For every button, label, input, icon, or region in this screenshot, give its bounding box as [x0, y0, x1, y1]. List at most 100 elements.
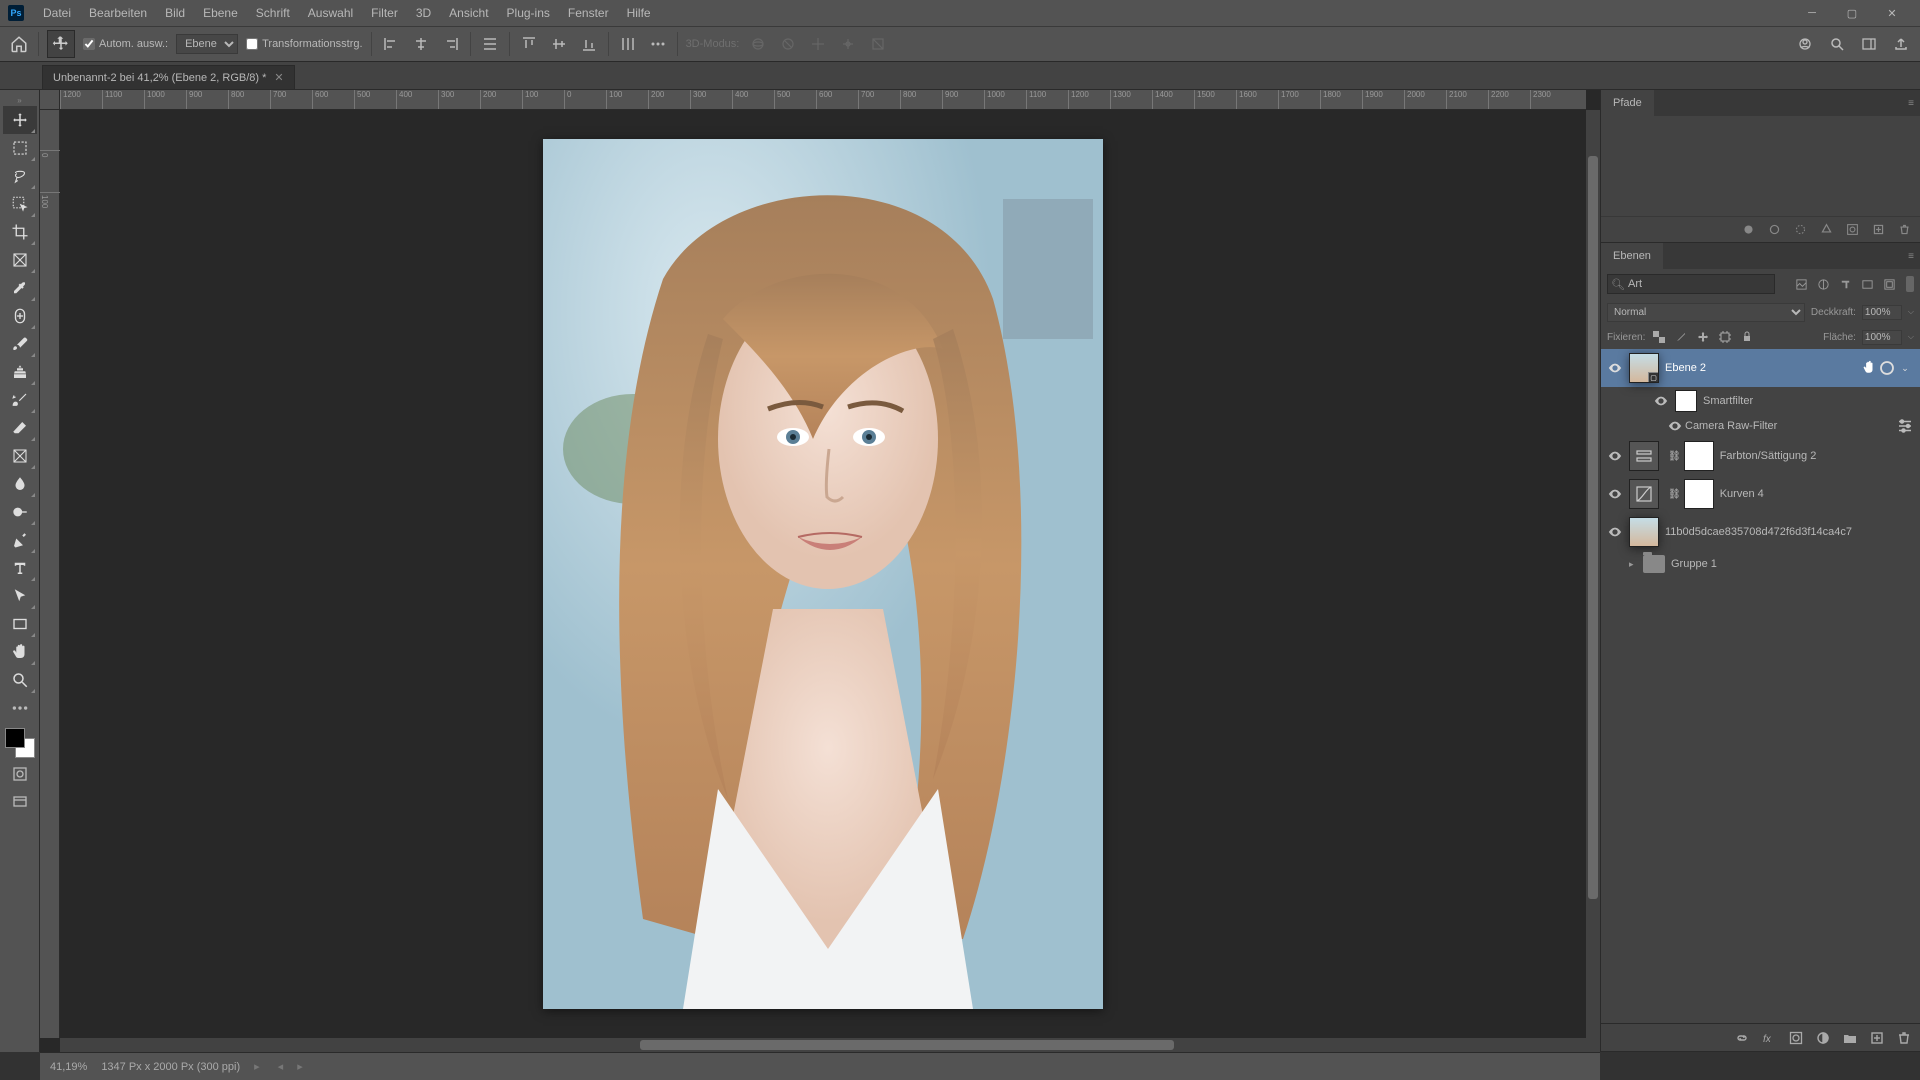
status-nav-next-icon[interactable]: ▸: [297, 1060, 303, 1073]
menu-help[interactable]: Hilfe: [618, 0, 660, 26]
align-top-icon[interactable]: [518, 33, 540, 55]
add-mask-icon[interactable]: [1844, 222, 1860, 238]
pen-tool[interactable]: [3, 526, 37, 554]
more-options-icon[interactable]: [647, 33, 669, 55]
filter-type-icon[interactable]: [1836, 275, 1854, 293]
scrollbar-vertical[interactable]: [1586, 110, 1600, 1038]
fill-input[interactable]: [1862, 330, 1902, 345]
group-expand-icon[interactable]: ▸: [1629, 559, 1643, 570]
mask-link-icon[interactable]: ⛓︎: [1668, 489, 1681, 500]
foreground-color[interactable]: [5, 728, 25, 748]
layer-name[interactable]: Ebene 2: [1665, 362, 1862, 374]
align-left-icon[interactable]: [380, 33, 402, 55]
cloud-docs-icon[interactable]: [1794, 33, 1816, 55]
layers-list[interactable]: ▢ Ebene 2 ⌄ Smartfilter: [1601, 349, 1920, 1023]
panel-menu-icon[interactable]: ≡: [1902, 251, 1920, 262]
layer-row[interactable]: 11b0d5dcae835708d472f6d3f14ca4c7: [1601, 513, 1920, 551]
lock-transparency-icon[interactable]: [1651, 329, 1667, 345]
search-icon[interactable]: [1826, 33, 1848, 55]
align-bottom-icon[interactable]: [578, 33, 600, 55]
status-nav-prev-icon[interactable]: ◂: [278, 1060, 284, 1073]
transform-check[interactable]: [246, 38, 258, 50]
transform-controls-checkbox[interactable]: Transformationsstrg.: [246, 38, 362, 50]
new-group-icon[interactable]: [1841, 1029, 1858, 1046]
panel-menu-icon[interactable]: ≡: [1902, 98, 1920, 109]
status-info-arrow-icon[interactable]: ▸: [254, 1060, 260, 1073]
screenmode-icon[interactable]: [3, 790, 37, 814]
hand-tool[interactable]: [3, 638, 37, 666]
dodge-tool[interactable]: [3, 498, 37, 526]
active-tool-icon[interactable]: [47, 30, 75, 58]
type-tool[interactable]: [3, 554, 37, 582]
layers-tab[interactable]: Ebenen: [1601, 243, 1663, 269]
visibility-toggle[interactable]: [1601, 487, 1629, 501]
scrollbar-thumb[interactable]: [640, 1040, 1174, 1050]
menu-plugins[interactable]: Plug-ins: [498, 0, 559, 26]
eraser-tool[interactable]: [3, 414, 37, 442]
layer-row[interactable]: ⛓︎ Kurven 4: [1601, 475, 1920, 513]
layer-name[interactable]: Farbton/Sättigung 2: [1720, 450, 1914, 462]
edit-toolbar-icon[interactable]: [3, 694, 37, 722]
lasso-tool[interactable]: [3, 162, 37, 190]
visibility-toggle[interactable]: [1601, 361, 1629, 375]
menu-image[interactable]: Bild: [156, 0, 194, 26]
crop-tool[interactable]: [3, 218, 37, 246]
delete-layer-icon[interactable]: [1895, 1029, 1912, 1046]
menu-view[interactable]: Ansicht: [440, 0, 497, 26]
color-swatch[interactable]: [5, 728, 35, 758]
menu-type[interactable]: Schrift: [247, 0, 299, 26]
blend-mode-dropdown[interactable]: Normal: [1607, 303, 1805, 322]
lock-pixels-icon[interactable]: [1673, 329, 1689, 345]
filter-adjustment-icon[interactable]: [1814, 275, 1832, 293]
window-minimize[interactable]: ─: [1792, 0, 1832, 26]
filter-toggle[interactable]: [1906, 276, 1914, 292]
layer-name[interactable]: Kurven 4: [1720, 488, 1914, 500]
layer-style-icon[interactable]: fx: [1760, 1029, 1777, 1046]
layer-name[interactable]: Gruppe 1: [1671, 558, 1914, 570]
menu-filter[interactable]: Filter: [362, 0, 407, 26]
menu-3d[interactable]: 3D: [407, 0, 440, 26]
make-work-path-icon[interactable]: [1818, 222, 1834, 238]
dropdown-arrow-icon[interactable]: ⌵: [1908, 307, 1914, 317]
smartfilter-row[interactable]: Smartfilter: [1601, 387, 1920, 415]
healing-brush-tool[interactable]: [3, 302, 37, 330]
frame-tool[interactable]: [3, 246, 37, 274]
menu-edit[interactable]: Bearbeiten: [80, 0, 156, 26]
scrollbar-horizontal[interactable]: [60, 1038, 1586, 1052]
menu-window[interactable]: Fenster: [559, 0, 618, 26]
path-to-selection-icon[interactable]: [1792, 222, 1808, 238]
align-right-icon[interactable]: [440, 33, 462, 55]
clone-stamp-tool[interactable]: [3, 358, 37, 386]
auto-select-checkbox[interactable]: Autom. ausw.:: [83, 38, 168, 50]
workspace-icon[interactable]: [1858, 33, 1880, 55]
filter-name[interactable]: Camera Raw-Filter: [1685, 420, 1896, 432]
history-brush-tool[interactable]: [3, 386, 37, 414]
menu-select[interactable]: Auswahl: [299, 0, 362, 26]
adjustment-thumbnail[interactable]: [1629, 441, 1659, 471]
gradient-tool[interactable]: [3, 442, 37, 470]
distribute-v-icon[interactable]: [617, 33, 639, 55]
rectangle-tool[interactable]: [3, 610, 37, 638]
path-selection-tool[interactable]: [3, 582, 37, 610]
auto-select-check[interactable]: [83, 38, 95, 50]
filter-shape-icon[interactable]: [1858, 275, 1876, 293]
adjustment-thumbnail[interactable]: [1629, 479, 1659, 509]
layer-row[interactable]: ▢ Ebene 2 ⌄: [1601, 349, 1920, 387]
visibility-toggle[interactable]: [1647, 394, 1675, 408]
layers-search-input[interactable]: [1607, 274, 1775, 294]
lock-artboard-icon[interactable]: [1717, 329, 1733, 345]
stroke-path-icon[interactable]: [1766, 222, 1782, 238]
delete-path-icon[interactable]: [1896, 222, 1912, 238]
brush-tool[interactable]: [3, 330, 37, 358]
layer-row[interactable]: ⛓︎ Farbton/Sättigung 2: [1601, 437, 1920, 475]
align-center-h-icon[interactable]: [410, 33, 432, 55]
menu-layer[interactable]: Ebene: [194, 0, 247, 26]
visibility-toggle[interactable]: [1665, 419, 1685, 433]
document-image[interactable]: [543, 139, 1103, 1009]
new-layer-icon[interactable]: [1868, 1029, 1885, 1046]
new-adjustment-icon[interactable]: [1814, 1029, 1831, 1046]
layer-thumbnail[interactable]: ▢: [1629, 353, 1659, 383]
auto-select-dropdown[interactable]: Ebene: [176, 34, 238, 54]
layer-expand-icon[interactable]: ⌄: [1896, 363, 1914, 374]
filter-mask-thumbnail[interactable]: [1675, 390, 1697, 412]
